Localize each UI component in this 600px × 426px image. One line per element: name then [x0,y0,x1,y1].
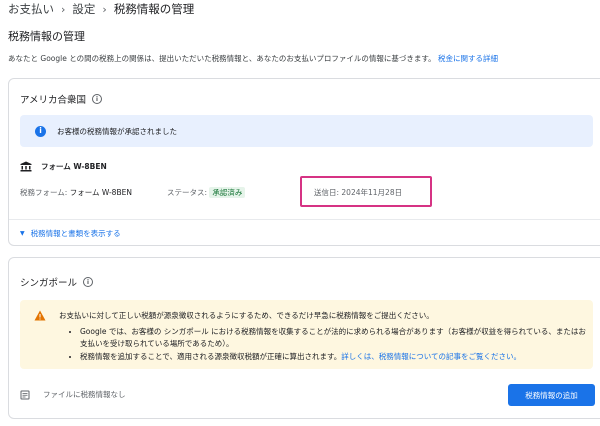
tax-details-link[interactable]: 税金に関する詳細 [438,54,498,63]
card-divider [9,219,600,220]
caret-down-icon: ▼ [20,230,25,237]
status-badge: 承認済み [209,187,246,198]
show-tax-documents-link[interactable]: ▼ 税務情報と書類を表示する [20,228,121,239]
document-icon [20,390,30,399]
tax-form-value: フォーム W-8BEN [69,188,132,197]
us-section-title: アメリカ合衆国 i [20,92,103,106]
info-icon[interactable]: i [92,94,103,104]
warning-banner: お支払いに対して正しい税額が源泉徴収されるようにするため、できるだけ早急に税務情… [20,300,593,369]
us-tax-card: アメリカ合衆国 i i お客様の税務情報が承認されました フォーム W-8BEN… [8,78,600,246]
sg-section-title: シンガポール i [20,275,94,289]
tax-form-detail: 税務フォーム: フォーム W-8BEN [20,187,132,198]
breadcrumb-payments[interactable]: お支払い [8,1,54,17]
warning-icon [34,310,46,321]
approval-text: お客様の税務情報が承認されました [57,126,177,136]
tax-article-link[interactable]: 詳しくは、税務情報についての記事をご覧ください。 [341,352,521,361]
chevron-right-icon: › [61,2,66,16]
info-filled-icon: i [35,125,46,137]
highlight-annotation [300,176,432,207]
file-status-row: ファイルに税務情報なし [20,389,126,400]
add-tax-info-button[interactable]: 税務情報の追加 [508,384,595,406]
chevron-right-icon: › [102,2,107,16]
tax-form-label: 税務フォーム: [20,188,68,197]
warning-text: お支払いに対して正しい税額が源泉徴収されるようにするため、できるだけ早急に税務情… [59,311,434,320]
bullet-item: 税務情報を追加することで、適用される源泉徴収税額が正確に算出されます。詳しくは、… [80,351,588,363]
sg-tax-card: シンガポール i お支払いに対して正しい税額が源泉徴収されるようにするため、でき… [8,257,600,419]
warning-bullets: Google では、お客様の シンガポール における税務情報を収集することが法的… [80,326,588,365]
status-detail: ステータス: 承認済み [167,187,246,198]
expand-link-label: 税務情報と書類を表示する [30,229,121,238]
file-status-text: ファイルに税務情報なし [43,390,126,399]
sg-title-text: シンガポール [20,278,78,289]
form-name: フォーム W-8BEN [41,162,107,171]
info-icon[interactable]: i [83,277,94,287]
breadcrumb-settings[interactable]: 設定 [72,1,95,17]
page-description: あなたと Google との間の税務上の関係は、提出いただいた税務情報と、あなた… [8,53,498,64]
description-text: あなたと Google との間の税務上の関係は、提出いただいた税務情報と、あなた… [8,54,436,63]
us-title-text: アメリカ合衆国 [20,95,87,106]
form-heading: フォーム W-8BEN [20,161,107,172]
status-label: ステータス: [167,188,208,197]
bullet-text: 税務情報を追加することで、適用される源泉徴収税額が正確に算出されます。 [80,352,342,361]
breadcrumb: お支払い › 設定 › 税務情報の管理 [8,0,194,18]
bullet-item: Google では、お客様の シンガポール における税務情報を収集することが法的… [80,326,588,349]
page-title: 税務情報の管理 [8,30,85,43]
bank-icon [20,161,32,172]
approval-banner: i お客様の税務情報が承認されました [20,115,593,147]
breadcrumb-current: 税務情報の管理 [113,2,195,16]
